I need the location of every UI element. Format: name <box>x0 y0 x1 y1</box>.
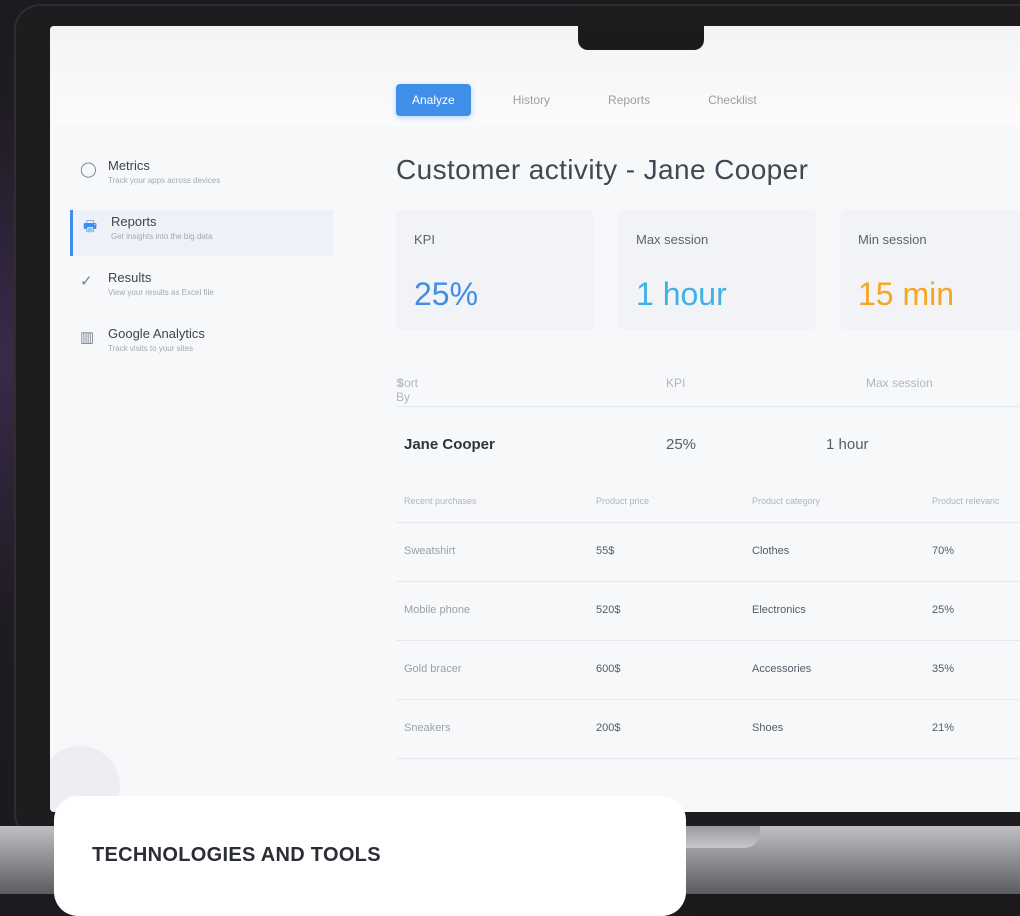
camera-notch <box>578 26 704 50</box>
summary-row: Jane Cooper 25% 1 hour <box>396 426 1020 466</box>
tab-checklist[interactable]: Checklist <box>692 84 773 116</box>
tab-analyze[interactable]: Analyze <box>396 84 471 116</box>
table-header: Product relevanc <box>932 496 1000 506</box>
circle-icon: ◯ <box>80 161 97 178</box>
sidebar-item-results[interactable]: ✓ Results View your results as Excel fil… <box>70 266 330 312</box>
table-cell: Gold bracer <box>404 663 462 675</box>
table-cell: 600$ <box>596 663 621 675</box>
table-cell: 70% <box>932 545 955 557</box>
min-session-card: Min session 15 min <box>840 210 1020 330</box>
table-cell: Electronics <box>752 604 806 616</box>
table-header-row: Recent purchases Product price Product c… <box>396 488 1020 523</box>
sidebar-item-label: Google Analytics <box>108 326 205 341</box>
purchases-table: Recent purchases Product price Product c… <box>396 488 1020 759</box>
table-cell: Sneakers <box>404 722 451 734</box>
card-value: 15 min <box>858 276 955 312</box>
summary-kpi: 25% <box>666 436 697 453</box>
technologies-card: TECHNOLOGIES AND TOOLS <box>54 796 686 916</box>
page-title: Customer activity - Jane Cooper <box>396 154 809 185</box>
screen: Analyze History Reports Checklist ◯ Metr… <box>50 26 1020 812</box>
table-header: Product category <box>752 496 821 506</box>
column-header-kpi[interactable]: KPI <box>666 376 685 390</box>
tab-reports[interactable]: Reports <box>592 84 666 116</box>
card-label: KPI <box>414 232 435 247</box>
table-header: Recent purchases <box>404 496 477 506</box>
column-header-max-session[interactable]: Max session <box>866 376 933 390</box>
card-value: 25% <box>414 276 479 312</box>
table-cell: Shoes <box>752 722 784 734</box>
kpi-card: KPI 25% <box>396 210 594 330</box>
max-session-card: Max session 1 hour <box>618 210 816 330</box>
table-cell: 520$ <box>596 604 621 616</box>
table-cell: 55$ <box>596 545 615 557</box>
sidebar-item-reports[interactable]: 🖶 Reports Get insights into the big data <box>70 210 333 256</box>
sidebar-item-sub: Track visits to your sites <box>108 344 194 353</box>
table-cell: 25% <box>932 604 955 616</box>
table-row[interactable]: Sweatshirt 55$ Clothes 70% <box>396 523 1020 582</box>
summary-session: 1 hour <box>826 436 869 453</box>
section-title: TECHNOLOGIES AND TOOLS <box>92 844 381 866</box>
sidebar-item-label: Reports <box>111 214 157 229</box>
printer-icon: 🖶 <box>83 218 98 235</box>
table-row[interactable]: Mobile phone 520$ Electronics 25% <box>396 582 1020 641</box>
sidebar-item-sub: Get insights into the big data <box>111 232 213 241</box>
card-label: Max session <box>636 232 709 247</box>
bar-chart-icon: ▥ <box>80 329 95 346</box>
table-cell: Accessories <box>752 663 812 675</box>
card-value: 1 hour <box>636 276 727 312</box>
table-cell: 35% <box>932 663 955 675</box>
table-row[interactable]: Gold bracer 600$ Accessories 35% <box>396 641 1020 700</box>
sidebar-item-label: Metrics <box>108 158 150 173</box>
tab-bar: Analyze History Reports Checklist <box>396 84 799 116</box>
tab-history[interactable]: History <box>497 84 566 116</box>
laptop-frame: Analyze History Reports Checklist ◯ Metr… <box>14 4 1020 840</box>
table-header: Product price <box>596 496 650 506</box>
sidebar-item-sub: View your results as Excel file <box>108 288 214 297</box>
table-cell: Sweatshirt <box>404 545 456 557</box>
sidebar-item-sub: Track your apps across devices <box>108 176 221 185</box>
sidebar-item-google-analytics[interactable]: ▥ Google Analytics Track visits to your … <box>70 322 330 368</box>
sort-label: Sort By <box>396 376 419 404</box>
table-row[interactable]: Sneakers 200$ Shoes 21% <box>396 700 1020 759</box>
card-label: Min session <box>858 232 927 247</box>
sidebar-item-label: Results <box>108 270 152 285</box>
sidebar-item-metrics[interactable]: ◯ Metrics Track your apps across devices <box>70 154 330 200</box>
sort-header: ⇕ Sort By KPI Max session <box>396 376 1020 407</box>
table-cell: 200$ <box>596 722 621 734</box>
customer-name: Jane Cooper <box>404 436 495 453</box>
table-cell: Mobile phone <box>404 604 471 616</box>
table-cell: 21% <box>932 722 955 734</box>
check-icon: ✓ <box>80 273 93 290</box>
table-cell: Clothes <box>752 545 790 557</box>
